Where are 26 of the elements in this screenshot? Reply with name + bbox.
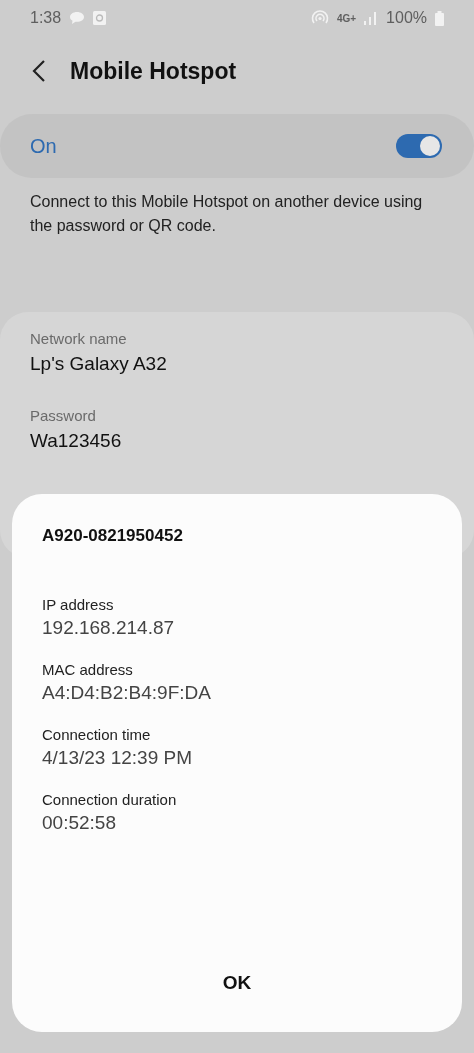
hotspot-icon <box>310 10 329 26</box>
dialog-title: A920-0821950452 <box>42 526 184 546</box>
field-label: MAC address <box>42 661 134 678</box>
chat-icon <box>69 11 86 25</box>
setting-label: Network name <box>30 330 128 347</box>
field-value: A4:D4:B2:B4:9F:DA <box>42 682 212 704</box>
field-value: 4/13/23 12:39 PM <box>42 747 193 769</box>
field-label: IP address <box>42 596 115 613</box>
battery-level: 100% <box>386 9 427 27</box>
screen-title: Mobile Hotspot <box>70 57 237 85</box>
field-label: Connection time <box>42 726 152 743</box>
app-icon <box>93 11 107 25</box>
clock: 1:38 <box>30 9 62 27</box>
setting-value: Lp's Galaxy A32 <box>30 353 168 375</box>
network-type: 4G+ <box>336 12 357 24</box>
switch-label: On <box>30 134 57 158</box>
field-label: Connection duration <box>42 791 178 808</box>
setting-label: Password <box>30 407 97 424</box>
toggle-switch[interactable] <box>396 134 442 158</box>
battery-icon <box>435 10 444 26</box>
signal-icon <box>364 11 379 25</box>
field-value: 00:52:58 <box>42 812 117 834</box>
description-text: Connect to this Mobile Hotspot on another device using the password or QR code. <box>29 192 424 236</box>
setting-value: Wa123456 <box>30 430 123 452</box>
ok-button[interactable]: OK <box>182 964 292 1002</box>
field-value: 192.168.214.87 <box>42 617 176 639</box>
